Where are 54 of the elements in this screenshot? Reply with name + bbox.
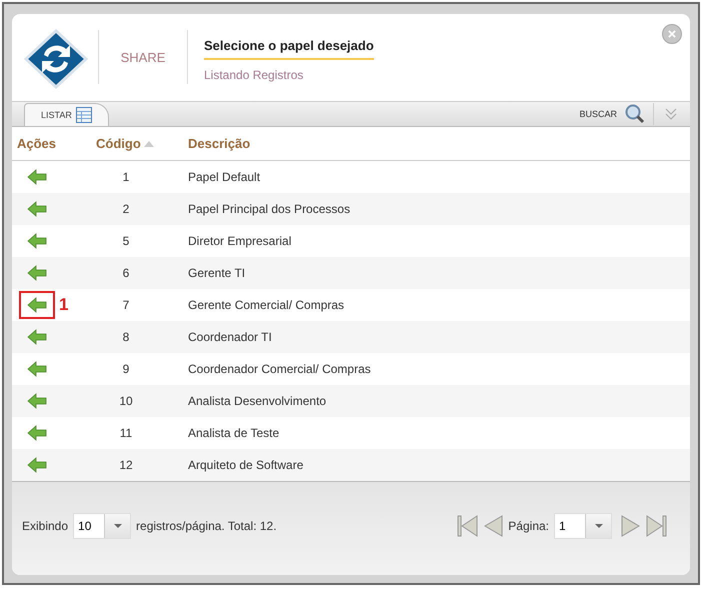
arrow-left-icon[interactable] — [27, 457, 47, 474]
table-cell-text: 11 — [118, 426, 134, 440]
list-tab[interactable]: LISTAR — [24, 103, 109, 126]
table-cell-text: Arquiteto de Software — [188, 458, 304, 472]
caret-icon[interactable] — [112, 522, 123, 529]
table-cell-text: 6 — [122, 266, 130, 280]
search-icon[interactable] — [625, 104, 645, 124]
next-page-icon[interactable] — [621, 514, 641, 537]
logo-icon — [24, 29, 88, 90]
arrow-left-icon[interactable] — [27, 361, 47, 378]
arrow-left-icon[interactable] — [27, 265, 47, 282]
column-header[interactable]: Ações — [12, 136, 88, 152]
table-cell-text: Analista de Teste — [188, 426, 280, 440]
table-cell-text: 7 — [122, 298, 130, 312]
arrow-left-icon[interactable] — [27, 393, 47, 410]
column-header[interactable]: Código — [88, 136, 188, 152]
dialog-title: Selecione o papel desejado — [204, 38, 374, 60]
dialog-subtitle: Listando Registros — [204, 68, 304, 82]
chevron-icon[interactable] — [664, 106, 678, 121]
previous-page-icon[interactable] — [483, 514, 504, 537]
table-cell-text: Coordenador Comercial/ Compras — [188, 362, 372, 376]
caret-icon[interactable] — [594, 522, 604, 529]
table-cell-text: 12 — [118, 458, 134, 472]
brand-name: SHARE — [120, 50, 166, 65]
table-cell-text: Papel Default — [188, 170, 262, 184]
table-cell-text: 8 — [122, 330, 130, 344]
arrow-left-icon[interactable] — [27, 297, 47, 314]
records-summary: registros/página. Total: 12. — [136, 518, 277, 533]
page-select[interactable]: 1 — [554, 512, 612, 539]
arrow-left-icon[interactable] — [27, 329, 47, 346]
table-cell-text: Papel Principal dos Processos — [188, 202, 352, 216]
table-cell-text: 5 — [122, 234, 130, 248]
table-cell-text: Gerente TI — [188, 266, 246, 280]
table-cell-text: 10 — [118, 394, 134, 408]
last-page-icon[interactable] — [646, 514, 668, 537]
arrow-left-icon[interactable] — [27, 425, 47, 442]
table-cell-text: Coordenador TI — [188, 330, 273, 344]
first-page-icon[interactable] — [456, 514, 478, 537]
callout-number: 1 — [59, 295, 68, 316]
table-cell-text: 1 — [122, 170, 130, 184]
page-label: Página: — [508, 518, 549, 533]
table-icon — [76, 107, 92, 124]
table-cell-text: Gerente Comercial/ Compras — [188, 298, 346, 312]
search-label: BUSCAR — [579, 108, 617, 119]
table-cell-text: 2 — [122, 202, 130, 216]
page-size-select[interactable]: 10 — [73, 512, 132, 539]
arrow-left-icon[interactable] — [27, 201, 47, 218]
table-cell-text: Analista Desenvolvimento — [188, 394, 328, 408]
table-cell-text: Diretor Empresarial — [188, 234, 292, 248]
column-header[interactable]: Descrição — [188, 136, 690, 152]
arrow-left-icon[interactable] — [27, 233, 47, 250]
showing-label: Exibindo — [22, 518, 68, 533]
arrow-left-icon[interactable] — [27, 169, 47, 186]
table-cell-text: 9 — [122, 362, 130, 376]
